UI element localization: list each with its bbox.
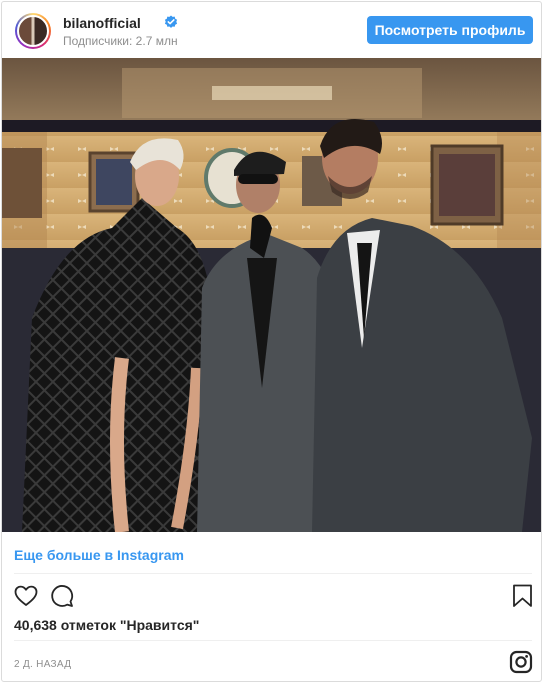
verified-badge-icon [164,15,178,28]
instagram-logo-button[interactable] [509,650,533,674]
more-on-instagram-link[interactable]: Еще больше в Instagram [14,547,184,563]
subscriber-count: Подписчики: 2.7 млн [63,34,178,48]
like-button[interactable] [13,583,39,609]
divider [14,573,532,574]
avatar-ring[interactable] [15,13,51,49]
post-photo-image [2,58,541,532]
comment-button[interactable] [49,583,75,609]
instagram-logo-icon [509,650,533,674]
post-header: bilanofficial Подписчики: 2.7 млн Посмот… [2,2,541,60]
heart-icon [14,585,38,606]
comment-icon [51,585,74,607]
avatar[interactable] [17,15,49,47]
post-photo[interactable] [2,58,541,532]
username[interactable]: bilanofficial [63,15,141,31]
view-profile-button[interactable]: Посмотреть профиль [367,16,533,44]
bookmark-icon [513,584,532,607]
post-time[interactable]: 2 Д. НАЗАД [14,659,71,670]
like-count[interactable]: 40,638 отметок "Нравится" [14,617,199,633]
divider [14,640,532,641]
instagram-embed-card: bilanofficial Подписчики: 2.7 млн Посмот… [1,1,542,682]
save-button[interactable] [510,583,536,609]
